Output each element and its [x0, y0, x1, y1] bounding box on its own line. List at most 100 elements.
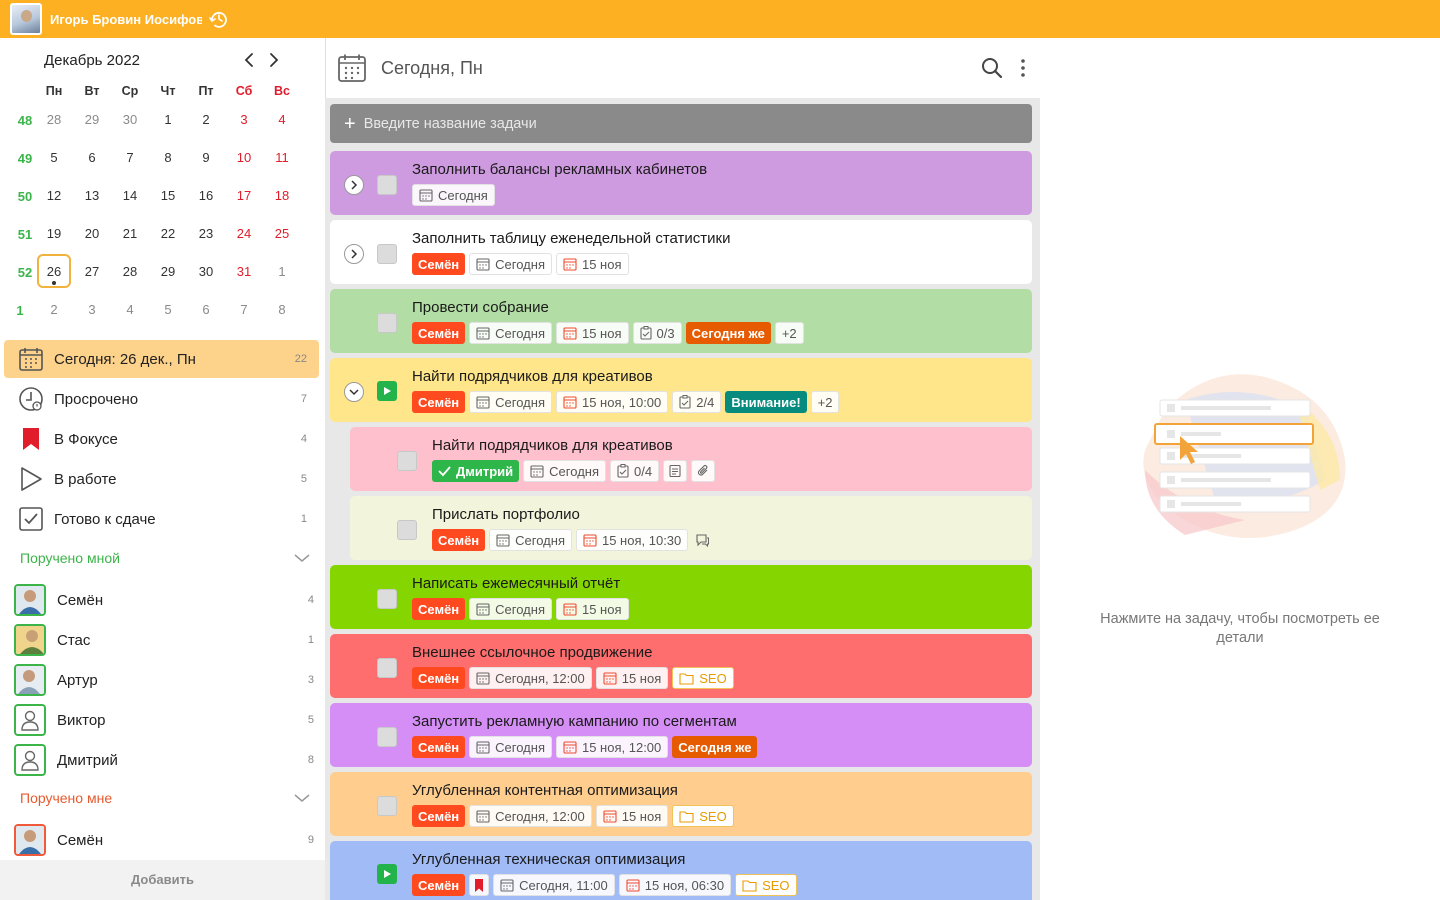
nav-inwork[interactable]: В работе 5	[4, 460, 319, 498]
add-button[interactable]: Добавить	[0, 860, 325, 900]
tag-start-date[interactable]: Сегодня	[469, 598, 552, 620]
play-button[interactable]	[377, 864, 397, 884]
task-item[interactable]: Запустить рекламную кампанию по сегмента…	[330, 703, 1032, 767]
calendar-day[interactable]: 4	[111, 302, 149, 317]
tag-assignee[interactable]: Семён	[412, 667, 466, 689]
calendar-day[interactable]: 13	[73, 188, 111, 203]
calendar-day[interactable]: 5	[149, 302, 187, 317]
calendar-day[interactable]: 11	[263, 150, 301, 165]
calendar-day[interactable]: 30	[111, 112, 149, 127]
calendar-day[interactable]: 12	[35, 188, 73, 203]
subtask-item[interactable]: Найти подрядчиков для креативов Дмитрий …	[350, 427, 1032, 491]
task-item[interactable]: Заполнить балансы рекламных кабинетов Се…	[330, 151, 1032, 215]
calendar-day[interactable]: 5	[35, 150, 73, 165]
tag-assignee[interactable]: Семён	[432, 529, 486, 551]
calendar-day[interactable]: 2	[35, 302, 73, 317]
tag-start-date[interactable]: Сегодня, 12:00	[469, 805, 592, 827]
tag-assignee[interactable]: Семён	[412, 598, 466, 620]
calendar-day[interactable]: 9	[187, 150, 225, 165]
tag-more[interactable]: +2	[810, 391, 840, 413]
tag-due-date[interactable]: 15 ноя	[555, 322, 629, 344]
tag-checklist[interactable]: 2/4	[672, 391, 722, 413]
task-checkbox[interactable]	[397, 520, 417, 540]
tag-note[interactable]	[663, 460, 688, 482]
calendar-day[interactable]: 8	[149, 150, 187, 165]
nav-ready[interactable]: Готово к сдаче 1	[4, 500, 319, 538]
tag-due-date[interactable]: 15 ноя	[555, 598, 629, 620]
sync-icon[interactable]	[208, 8, 230, 30]
expand-button[interactable]	[344, 244, 364, 264]
calendar-day[interactable]: 20	[73, 226, 111, 241]
calendar-day[interactable]: 17	[225, 188, 263, 203]
tag-due-date[interactable]: 15 ноя, 10:30	[575, 529, 689, 551]
person-item[interactable]: Семён 9	[14, 823, 319, 857]
tag-start-date[interactable]: Сегодня	[412, 184, 495, 206]
person-item[interactable]: Артур 3	[14, 663, 319, 697]
tag-due-date[interactable]: 15 ноя, 10:00	[555, 391, 669, 413]
section-assigned-by-me[interactable]: Поручено мной	[20, 550, 310, 566]
tag-label[interactable]: Сегодня же	[672, 736, 758, 758]
task-item[interactable]: Провести собрание Семён Сегодня 15 ноя 0…	[330, 289, 1032, 353]
tag-project[interactable]: SEO	[735, 874, 797, 896]
calendar-day[interactable]: 25	[263, 226, 301, 241]
add-task-input[interactable]: + Введите название задачи	[330, 104, 1032, 143]
tag-label[interactable]: Сегодня же	[685, 322, 771, 344]
tag-assignee[interactable]: Семён	[412, 253, 466, 275]
task-item[interactable]: Внешнее ссылочное продвижение Семён Сего…	[330, 634, 1032, 698]
calendar-day[interactable]: 3	[225, 112, 263, 127]
calendar-day[interactable]: 10	[225, 150, 263, 165]
tag-assignee[interactable]: Семён	[412, 874, 466, 896]
calendar-day[interactable]: 16	[187, 188, 225, 203]
tag-attachment[interactable]	[691, 460, 716, 482]
tag-assignee[interactable]: Семён	[412, 736, 466, 758]
person-item[interactable]: Семён 4	[14, 583, 319, 617]
tag-start-date[interactable]: Сегодня	[469, 322, 552, 344]
tag-comments[interactable]	[692, 529, 713, 551]
expand-button[interactable]	[344, 175, 364, 195]
calendar-day[interactable]: 6	[73, 150, 111, 165]
calendar-day[interactable]: 8	[263, 302, 301, 317]
tag-start-date[interactable]: Сегодня, 12:00	[469, 667, 592, 689]
tag-assignee[interactable]: Семён	[412, 322, 466, 344]
person-item[interactable]: Дмитрий 8	[14, 743, 319, 777]
calendar-day[interactable]: 3	[73, 302, 111, 317]
tag-project[interactable]: SEO	[672, 805, 734, 827]
calendar-day[interactable]: 28	[35, 112, 73, 127]
calendar-day[interactable]: 1	[149, 112, 187, 127]
tag-start-date[interactable]: Сегодня	[469, 391, 552, 413]
person-item[interactable]: Стас 1	[14, 623, 319, 657]
task-checkbox[interactable]	[377, 727, 397, 747]
chevron-down-icon[interactable]	[294, 793, 310, 803]
tag-due-date[interactable]: 15 ноя, 12:00	[555, 736, 669, 758]
task-checkbox[interactable]	[377, 313, 397, 333]
nav-focus[interactable]: В Фокусе 4	[4, 420, 319, 458]
user-avatar[interactable]	[10, 3, 42, 35]
task-item[interactable]: Углубленная контентная оптимизация Семён…	[330, 772, 1032, 836]
calendar-day[interactable]: 23	[187, 226, 225, 241]
tag-start-date[interactable]: Сегодня	[489, 529, 572, 551]
calendar-day[interactable]: 7	[225, 302, 263, 317]
week-number[interactable]: 1	[1, 303, 39, 318]
task-item[interactable]: Заполнить таблицу еженедельной статистик…	[330, 220, 1032, 284]
task-item[interactable]: Найти подрядчиков для креативов Семён Се…	[330, 358, 1032, 422]
task-checkbox[interactable]	[377, 244, 397, 264]
tag-due-date[interactable]: 15 ноя	[595, 805, 669, 827]
tag-due-date[interactable]: 15 ноя, 06:30	[618, 874, 732, 896]
tag-assignee[interactable]: Семён	[412, 391, 466, 413]
collapse-button[interactable]	[344, 382, 364, 402]
task-checkbox[interactable]	[377, 175, 397, 195]
task-item[interactable]: Углубленная техническая оптимизация Семё…	[330, 841, 1032, 900]
calendar-day[interactable]: 18	[263, 188, 301, 203]
person-item[interactable]: Виктор 5	[14, 703, 319, 737]
play-button[interactable]	[377, 381, 397, 401]
tag-start-date[interactable]: Сегодня	[469, 253, 552, 275]
calendar-day[interactable]: 31	[225, 264, 263, 279]
calendar-day[interactable]: 4	[263, 112, 301, 127]
task-checkbox[interactable]	[377, 589, 397, 609]
tag-due-date[interactable]: 15 ноя	[555, 253, 629, 275]
calendar-day[interactable]: 22	[149, 226, 187, 241]
calendar-day[interactable]: 6	[187, 302, 225, 317]
tag-project[interactable]: SEO	[672, 667, 734, 689]
section-assigned-to-me[interactable]: Поручено мне	[20, 790, 310, 806]
calendar-day[interactable]: 29	[149, 264, 187, 279]
